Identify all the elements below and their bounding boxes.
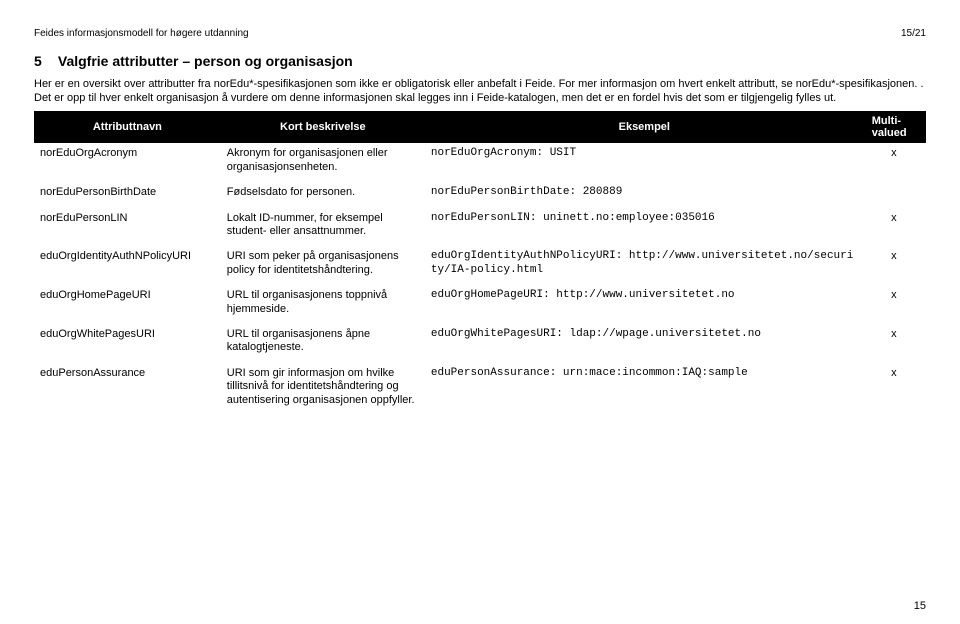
cell-name: eduOrgIdentityAuthNPolicyURI bbox=[34, 246, 221, 285]
cell-mv: x bbox=[864, 285, 926, 324]
cell-name: norEduPersonBirthDate bbox=[34, 182, 221, 207]
th-multivalued: Multi- valued bbox=[864, 111, 926, 143]
th-mv-l1: Multi- bbox=[872, 115, 901, 127]
cell-desc: Lokalt ID-nummer, for eksempel student- … bbox=[221, 208, 425, 247]
table-row: eduOrgHomePageURI URL til organisasjonen… bbox=[34, 285, 926, 324]
table-row: eduOrgIdentityAuthNPolicyURI URI som pek… bbox=[34, 246, 926, 285]
cell-desc: URL til organisasjonens åpne katalogtjen… bbox=[221, 324, 425, 363]
th-mv-l2: valued bbox=[872, 127, 907, 139]
page-indicator: 15/21 bbox=[901, 28, 926, 39]
cell-desc: Fødselsdato for personen. bbox=[221, 182, 425, 207]
cell-example: norEduPersonLIN: uninett.no:employee:035… bbox=[425, 208, 864, 247]
cell-name: norEduOrgAcronym bbox=[34, 143, 221, 182]
cell-example: eduOrgHomePageURI: http://www.universite… bbox=[425, 285, 864, 324]
table-row: eduOrgWhitePagesURI URL til organisasjon… bbox=[34, 324, 926, 363]
table-row: norEduOrgAcronym Akronym for organisasjo… bbox=[34, 143, 926, 182]
th-name: Attributtnavn bbox=[34, 111, 221, 143]
cell-example: norEduOrgAcronym: USIT bbox=[425, 143, 864, 182]
cell-name: eduOrgHomePageURI bbox=[34, 285, 221, 324]
section-number: 5 bbox=[34, 53, 54, 69]
table-header-row: Attributtnavn Kort beskrivelse Eksempel … bbox=[34, 111, 926, 143]
cell-desc: URI som gir informasjon om hvilke tillit… bbox=[221, 363, 425, 415]
cell-example: norEduPersonBirthDate: 280889 bbox=[425, 182, 864, 207]
cell-example: eduPersonAssurance: urn:mace:incommon:IA… bbox=[425, 363, 864, 415]
cell-name: eduPersonAssurance bbox=[34, 363, 221, 415]
cell-name: norEduPersonLIN bbox=[34, 208, 221, 247]
cell-desc: URL til organisasjonens toppnivå hjemmes… bbox=[221, 285, 425, 324]
cell-mv bbox=[864, 182, 926, 207]
table-row: norEduPersonLIN Lokalt ID-nummer, for ek… bbox=[34, 208, 926, 247]
section-title: Valgfrie attributter – person og organis… bbox=[58, 53, 353, 69]
cell-mv: x bbox=[864, 324, 926, 363]
cell-example: eduOrgIdentityAuthNPolicyURI: http://www… bbox=[425, 246, 864, 285]
page-header: Feides informasjonsmodell for høgere utd… bbox=[34, 28, 926, 39]
cell-name: eduOrgWhitePagesURI bbox=[34, 324, 221, 363]
cell-mv: x bbox=[864, 246, 926, 285]
cell-mv: x bbox=[864, 143, 926, 182]
footer-page-number: 15 bbox=[914, 600, 926, 612]
cell-desc: URI som peker på organisasjonens policy … bbox=[221, 246, 425, 285]
table-body: norEduOrgAcronym Akronym for organisasjo… bbox=[34, 143, 926, 415]
th-desc: Kort beskrivelse bbox=[221, 111, 425, 143]
intro-paragraph: Her er en oversikt over attributter fra … bbox=[34, 77, 926, 105]
cell-desc: Akronym for organisasjonen eller organis… bbox=[221, 143, 425, 182]
table-row: norEduPersonBirthDate Fødselsdato for pe… bbox=[34, 182, 926, 207]
th-example: Eksempel bbox=[425, 111, 864, 143]
section-heading: 5 Valgfrie attributter – person og organ… bbox=[34, 53, 926, 69]
cell-mv: x bbox=[864, 363, 926, 415]
cell-example: eduOrgWhitePagesURI: ldap://wpage.univer… bbox=[425, 324, 864, 363]
attribute-table: Attributtnavn Kort beskrivelse Eksempel … bbox=[34, 111, 926, 415]
cell-mv: x bbox=[864, 208, 926, 247]
doc-title: Feides informasjonsmodell for høgere utd… bbox=[34, 28, 249, 39]
table-row: eduPersonAssurance URI som gir informasj… bbox=[34, 363, 926, 415]
